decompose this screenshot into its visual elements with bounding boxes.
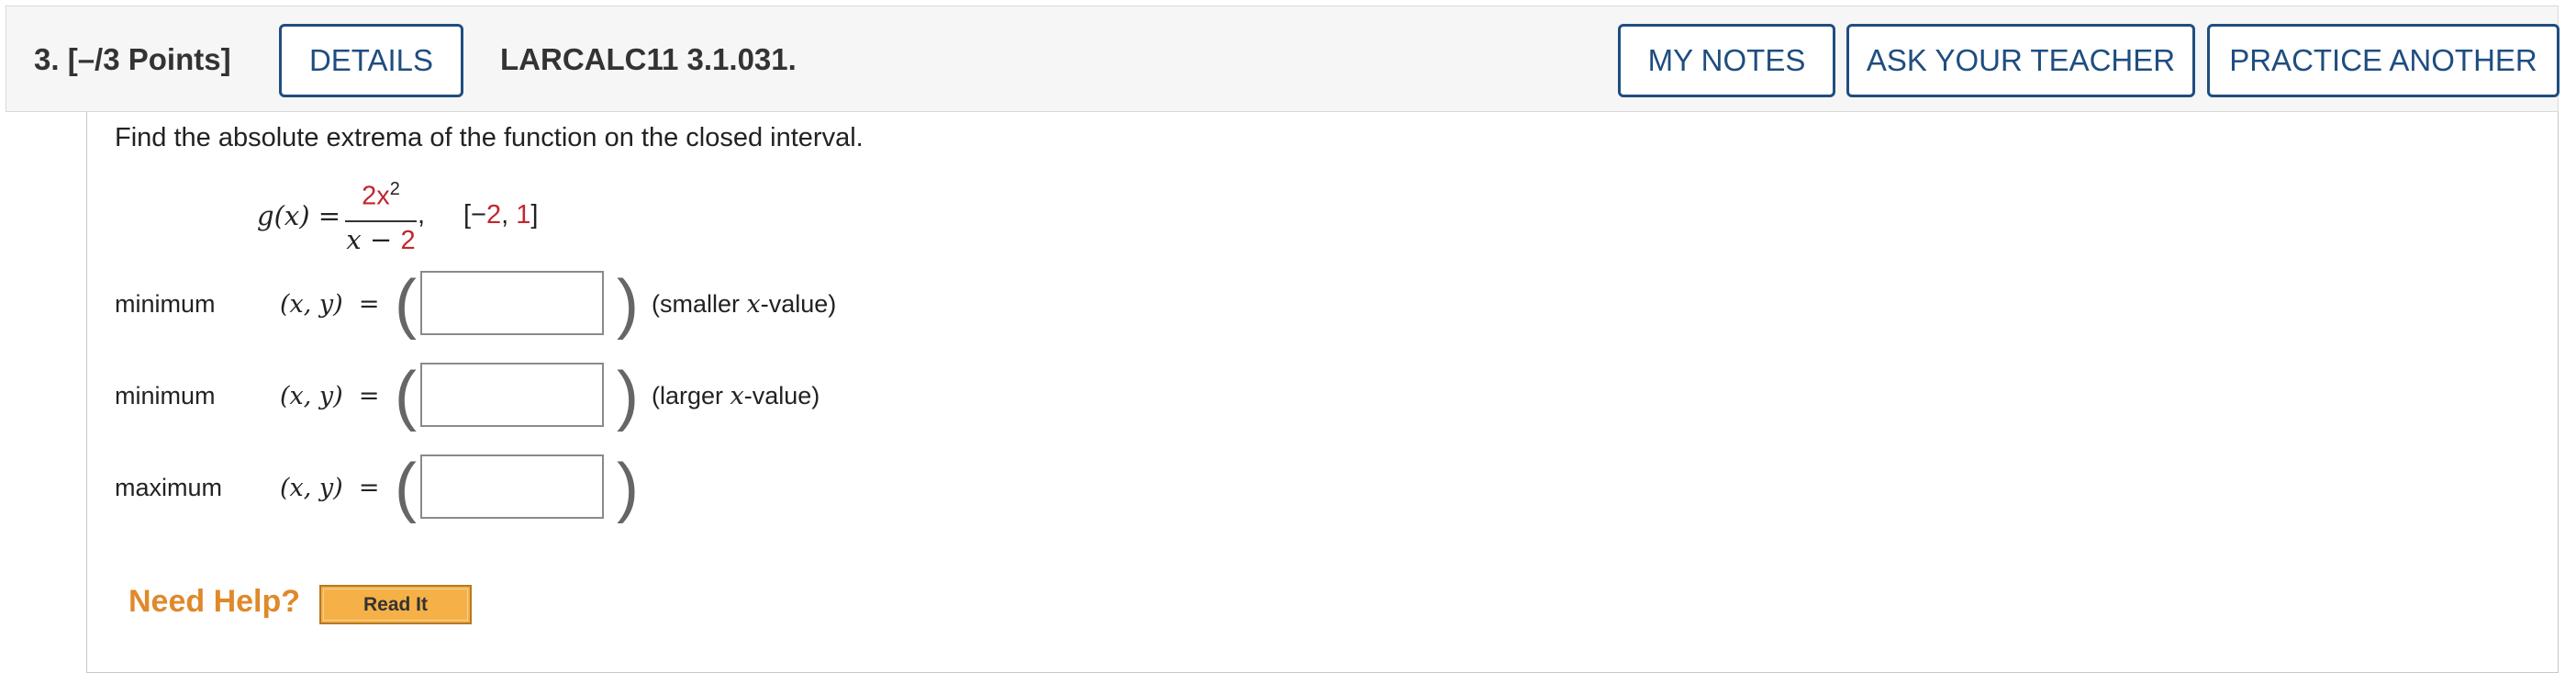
min-larger-x-input[interactable] — [420, 363, 604, 427]
max-input[interactable] — [420, 454, 604, 519]
answer-label-max: maximum — [115, 474, 223, 501]
read-it-button[interactable]: Read It — [319, 585, 472, 624]
points-indicator: [–/3 Points] — [67, 42, 231, 76]
details-button[interactable]: DETAILS — [279, 24, 463, 97]
fraction-numerator: 2x2 — [362, 179, 400, 211]
open-paren: ( — [395, 267, 417, 341]
close-paren: ) — [617, 451, 639, 524]
practice-another-button[interactable]: PRACTICE ANOTHER — [2207, 24, 2559, 97]
fraction-denominator: x − 2 — [346, 224, 416, 255]
function-lhs: g(x) = — [257, 200, 341, 231]
close-paren: ) — [617, 359, 639, 432]
close-paren: ) — [617, 267, 639, 341]
xy-label-1: (x, y) = — [280, 290, 380, 319]
xy-label-2: (x, y) = — [280, 382, 380, 410]
answer-label-min-2: minimum — [115, 382, 216, 409]
hint-larger-x: (larger x-value) — [652, 382, 820, 410]
min-smaller-x-input[interactable] — [420, 271, 604, 335]
hint-smaller-x: (smaller x-value) — [652, 290, 837, 319]
problem-prompt: Find the absolute extrema of the functio… — [115, 123, 864, 152]
fraction-bar — [345, 220, 417, 222]
my-notes-button[interactable]: MY NOTES — [1618, 24, 1835, 97]
ask-teacher-button[interactable]: ASK YOUR TEACHER — [1846, 24, 2195, 97]
question-number: 3. [–/3 Points] — [34, 42, 231, 76]
answer-label-min-1: minimum — [115, 290, 216, 318]
need-help-label: Need Help? — [128, 584, 301, 619]
function-comma: , — [418, 200, 426, 230]
open-paren: ( — [395, 359, 417, 432]
question-id: LARCALC11 3.1.031. — [500, 42, 797, 76]
open-paren: ( — [395, 451, 417, 524]
interval: [−2, 1] — [463, 200, 539, 230]
question-header: 3. [–/3 Points] DETAILS LARCALC11 3.1.03… — [6, 6, 2559, 112]
xy-label-3: (x, y) = — [280, 474, 380, 502]
